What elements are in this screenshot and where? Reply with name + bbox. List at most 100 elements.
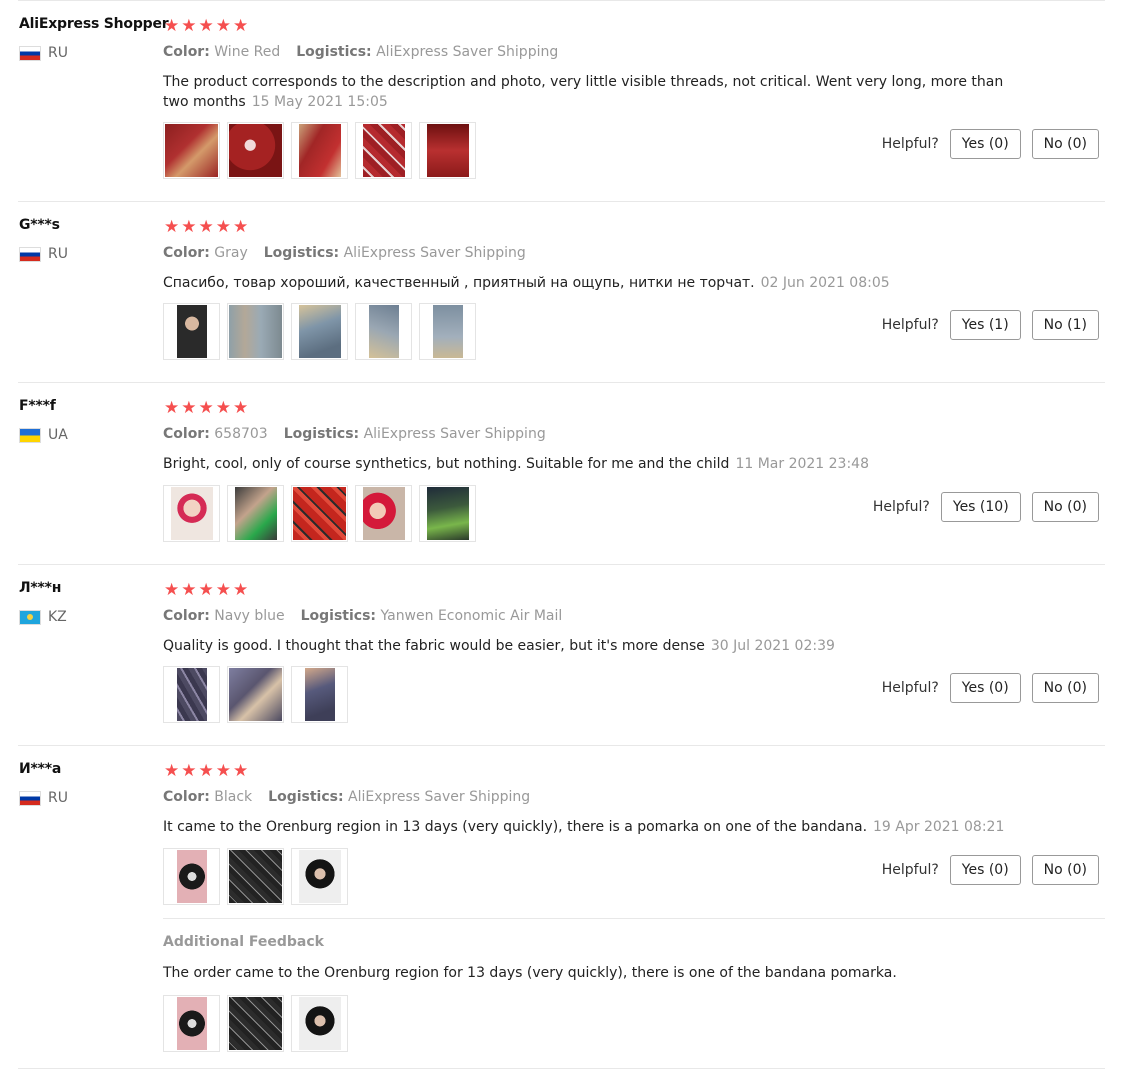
star-icon: ★ bbox=[181, 16, 197, 36]
color-value: Black bbox=[214, 789, 253, 805]
review-photo[interactable] bbox=[291, 995, 348, 1052]
logistics-label: Logistics: bbox=[263, 245, 340, 261]
review-photo[interactable] bbox=[355, 485, 412, 542]
color-value: 658703 bbox=[214, 426, 268, 442]
review-photos bbox=[163, 485, 476, 542]
color-label: Color: bbox=[163, 789, 210, 805]
review-photo[interactable] bbox=[163, 666, 220, 723]
star-rating: ★ ★ ★ ★ ★ bbox=[164, 581, 248, 600]
logistics-value: AliExpress Saver Shipping bbox=[363, 426, 546, 442]
helpful-yes-button[interactable]: Yes (1) bbox=[949, 310, 1021, 340]
logistics-value: AliExpress Saver Shipping bbox=[376, 44, 559, 60]
review-text: Спасибо, товар хороший, качественный , п… bbox=[163, 273, 1013, 293]
review-photo[interactable] bbox=[227, 122, 284, 179]
helpful-yes-button[interactable]: Yes (0) bbox=[949, 129, 1021, 159]
review-photo[interactable] bbox=[163, 995, 220, 1052]
review-date: 02 Jun 2021 08:05 bbox=[760, 275, 890, 291]
helpful-label: Helpful? bbox=[881, 680, 939, 696]
ua-flag-icon bbox=[19, 427, 41, 443]
helpful-no-button[interactable]: No (0) bbox=[1031, 855, 1099, 885]
helpful-yes-button[interactable]: Yes (10) bbox=[940, 492, 1021, 522]
review-card: F***f UA ★ ★ ★ ★ ★ Color: 658703 Logistics: A… bbox=[0, 382, 1126, 564]
review-photo[interactable] bbox=[419, 485, 476, 542]
reviewer-name: AliExpress Shopper bbox=[19, 16, 169, 32]
review-text: Quality is good. I thought that the fabr… bbox=[163, 636, 1013, 656]
ru-flag-icon bbox=[19, 45, 41, 61]
review-photo[interactable] bbox=[355, 303, 412, 360]
reviewer-country: KZ bbox=[19, 609, 67, 625]
helpful-yes-button[interactable]: Yes (0) bbox=[949, 855, 1021, 885]
helpful-no-button[interactable]: No (0) bbox=[1031, 492, 1099, 522]
review-card: Л***н KZ ★ ★ ★ ★ ★ Color: Navy blue Logistics… bbox=[0, 564, 1126, 745]
review-photo[interactable] bbox=[227, 485, 284, 542]
review-photo[interactable] bbox=[227, 848, 284, 905]
country-code: UA bbox=[48, 427, 68, 443]
review-date: 15 May 2021 15:05 bbox=[251, 94, 388, 110]
ru-flag-icon bbox=[19, 246, 41, 262]
reviewer-name: Л***н bbox=[19, 580, 62, 596]
star-icon: ★ bbox=[198, 398, 214, 418]
review-body: Bright, cool, only of course synthetics,… bbox=[163, 456, 730, 472]
helpful-no-button[interactable]: No (0) bbox=[1031, 673, 1099, 703]
helpful-label: Helpful? bbox=[881, 862, 939, 878]
review-photo[interactable] bbox=[291, 485, 348, 542]
review-photo[interactable] bbox=[163, 303, 220, 360]
review-photo[interactable] bbox=[419, 122, 476, 179]
star-icon: ★ bbox=[164, 761, 180, 781]
helpful-no-button[interactable]: No (1) bbox=[1031, 310, 1099, 340]
review-photo[interactable] bbox=[163, 485, 220, 542]
review-photos bbox=[163, 848, 348, 905]
star-rating: ★ ★ ★ ★ ★ bbox=[164, 17, 248, 36]
review-card: AliExpress Shopper RU ★ ★ ★ ★ ★ Color: Wine … bbox=[0, 0, 1126, 201]
review-body: Quality is good. I thought that the fabr… bbox=[163, 638, 705, 654]
review-photos bbox=[163, 666, 348, 723]
star-icon: ★ bbox=[233, 16, 249, 36]
review-photo[interactable] bbox=[163, 122, 220, 179]
review-text: Bright, cool, only of course synthetics,… bbox=[163, 454, 1013, 474]
logistics-label: Logistics: bbox=[268, 789, 344, 805]
review-date: 30 Jul 2021 02:39 bbox=[710, 638, 835, 654]
review-text: The product corresponds to the descripti… bbox=[163, 72, 1013, 112]
logistics-value: AliExpress Saver Shipping bbox=[343, 245, 526, 261]
review-body: It came to the Orenburg region in 13 day… bbox=[163, 819, 868, 835]
star-icon: ★ bbox=[215, 761, 231, 781]
review-photo[interactable] bbox=[227, 995, 284, 1052]
star-rating: ★ ★ ★ ★ ★ bbox=[164, 399, 248, 418]
review-date: 11 Mar 2021 23:48 bbox=[735, 456, 869, 472]
review-photo[interactable] bbox=[419, 303, 476, 360]
reviewer-country: UA bbox=[19, 427, 68, 443]
helpful-yes-button[interactable]: Yes (0) bbox=[949, 673, 1021, 703]
country-code: KZ bbox=[48, 609, 67, 625]
helpful-no-button[interactable]: No (0) bbox=[1031, 129, 1099, 159]
review-photo[interactable] bbox=[291, 303, 348, 360]
logistics-value: AliExpress Saver Shipping bbox=[348, 789, 531, 805]
star-icon: ★ bbox=[215, 217, 231, 237]
review-photos bbox=[163, 303, 476, 360]
helpful-label: Helpful? bbox=[881, 317, 939, 333]
additional-feedback-photos bbox=[163, 995, 348, 1052]
star-icon: ★ bbox=[233, 398, 249, 418]
review-photo[interactable] bbox=[291, 666, 348, 723]
color-label: Color: bbox=[163, 245, 210, 261]
star-icon: ★ bbox=[233, 217, 249, 237]
star-icon: ★ bbox=[164, 217, 180, 237]
star-icon: ★ bbox=[215, 398, 231, 418]
star-icon: ★ bbox=[164, 398, 180, 418]
ru-flag-icon bbox=[19, 790, 41, 806]
star-icon: ★ bbox=[198, 16, 214, 36]
helpful-vote: Helpful? Yes (0) No (0) bbox=[882, 855, 1099, 885]
review-photo[interactable] bbox=[291, 122, 348, 179]
review-meta: Color: Wine Red Logistics: AliExpress Sav… bbox=[163, 44, 558, 60]
review-photo[interactable] bbox=[227, 666, 284, 723]
review-photo[interactable] bbox=[355, 122, 412, 179]
review-photo[interactable] bbox=[291, 848, 348, 905]
helpful-label: Helpful? bbox=[881, 136, 939, 152]
review-meta: Color: Navy blue Logistics: Yanwen Econom… bbox=[163, 608, 562, 624]
review-photo[interactable] bbox=[227, 303, 284, 360]
review-text: It came to the Orenburg region in 13 day… bbox=[163, 817, 1013, 837]
additional-feedback-title: Additional Feedback bbox=[163, 934, 324, 950]
review-photo[interactable] bbox=[163, 848, 220, 905]
review-card: И***а RU ★ ★ ★ ★ ★ Color: Black Logistics: Al… bbox=[0, 745, 1126, 1070]
color-label: Color: bbox=[163, 608, 210, 624]
kz-flag-icon bbox=[19, 609, 41, 625]
